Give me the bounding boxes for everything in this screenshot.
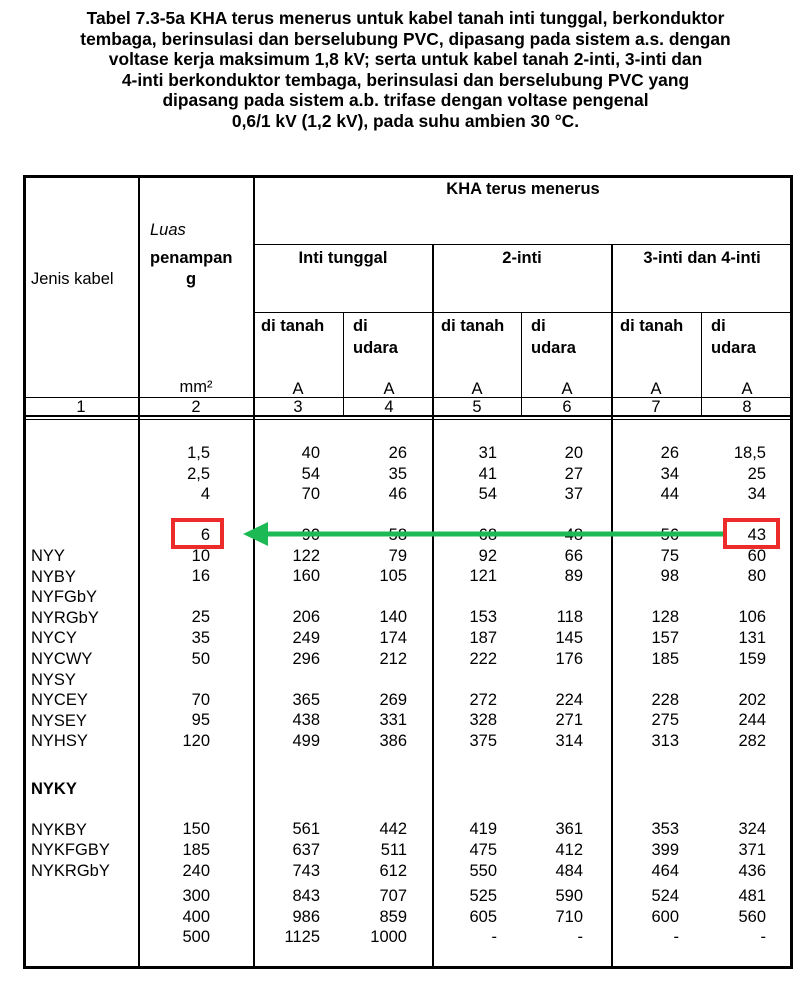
arrow-annotation — [243, 522, 723, 546]
arrow-head-icon — [243, 522, 268, 546]
kha-table: KHA terus menerus Luas penampan g Jenis … — [0, 0, 811, 982]
